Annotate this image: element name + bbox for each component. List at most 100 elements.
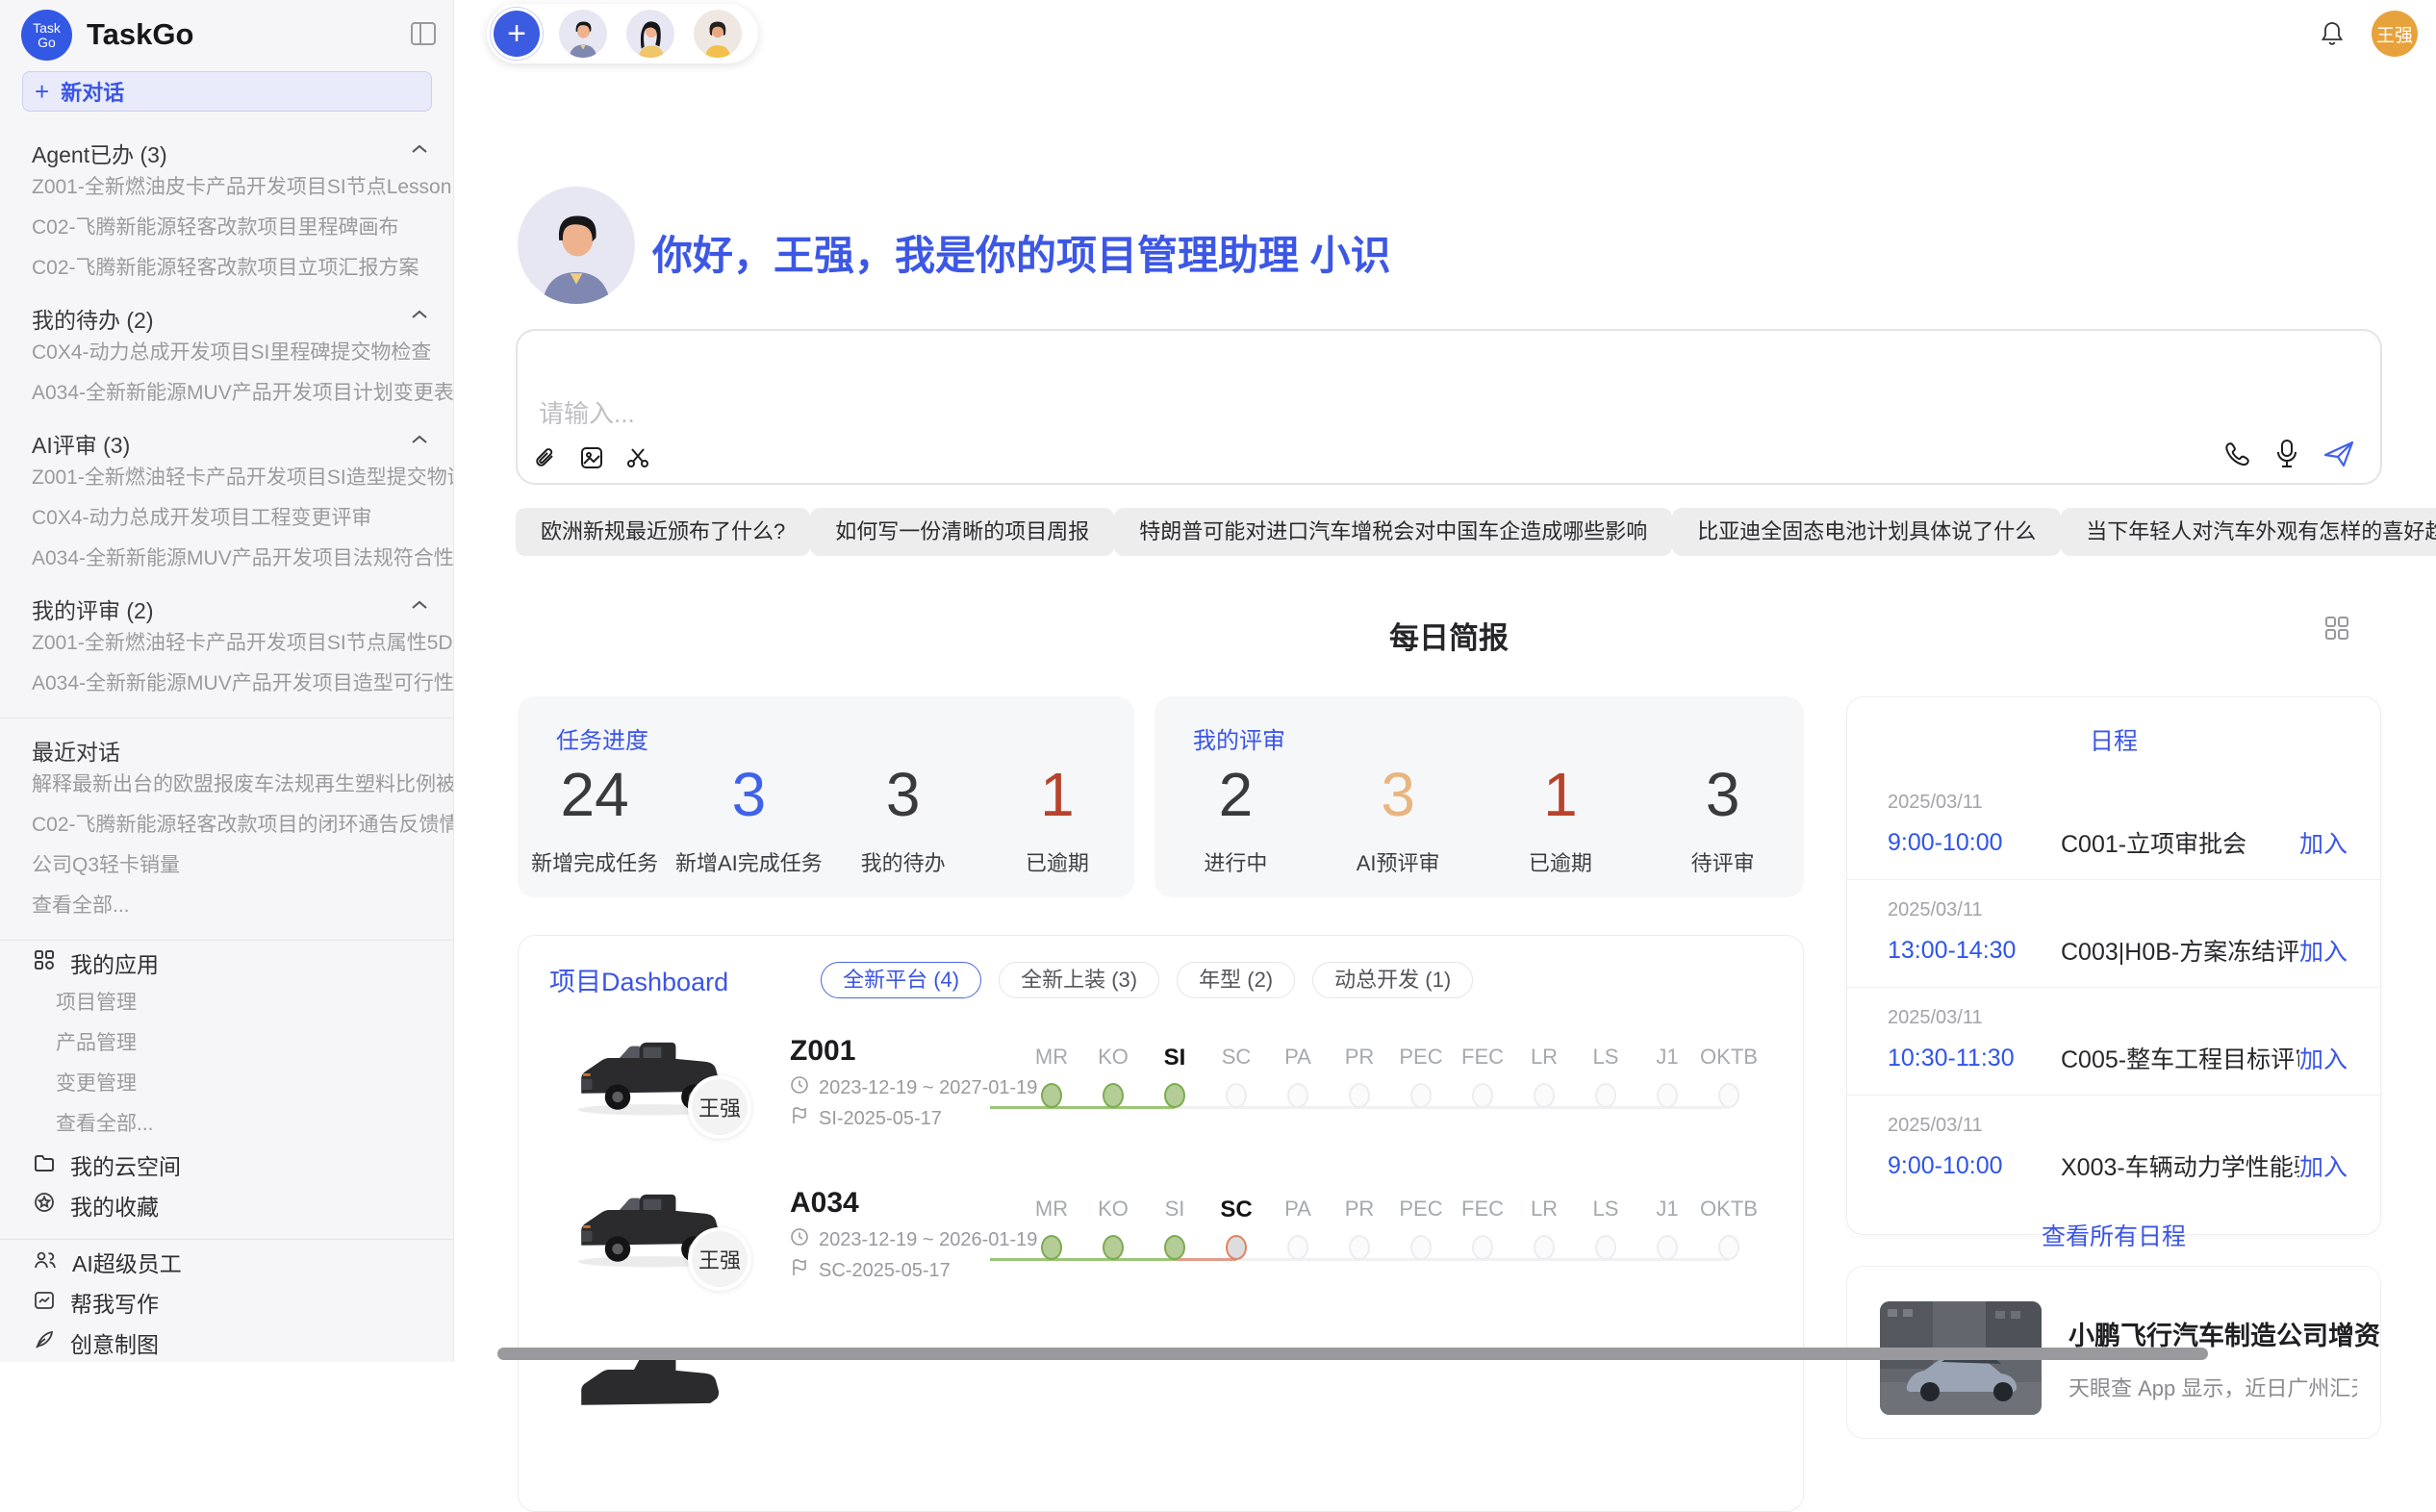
user-avatar[interactable]: 王强 — [2372, 11, 2418, 57]
horizontal-scrollbar[interactable] — [497, 1348, 2208, 1360]
app-item[interactable]: 产品管理 — [0, 1023, 453, 1064]
sidebar-item[interactable]: Z001-全新燃油皮卡产品开发项目SI节点Lesson Learn报告 — [0, 167, 453, 208]
sidebar-item-my-apps[interactable]: 我的应用 — [0, 943, 453, 983]
voice-call-icon[interactable] — [2222, 440, 2251, 468]
project-row[interactable]: 王强 Z001 2023-12-19 ~ 2027-01-19 SI-2025-… — [519, 1025, 1803, 1177]
join-link[interactable]: 加入 — [2299, 1041, 2347, 1075]
schedule-item: 2025/03/11 13:00-14:30 C003|H0B-方案冻结评审 加… — [1847, 880, 2380, 988]
stat-label: AI预评审 — [1317, 846, 1480, 877]
chevron-up-icon[interactable] — [411, 308, 428, 325]
app-item[interactable]: 查看全部... — [0, 1104, 453, 1145]
plus-icon: + — [35, 79, 49, 104]
milestone-label: PEC — [1399, 1197, 1442, 1223]
recent-chat-item[interactable]: 解释最新出台的欧盟报废车法规再生塑料比例被调至15%... — [0, 765, 453, 805]
agent-avatar-1-icon[interactable] — [559, 10, 607, 58]
recent-chat-item[interactable]: 查看全部... — [0, 886, 453, 926]
milestone-step: MR — [1021, 1197, 1082, 1260]
notification-bell-icon[interactable] — [2320, 20, 2345, 47]
dashboard-tab[interactable]: 全新上装 (3) — [999, 962, 1159, 998]
sidebar-section-header[interactable]: Agent已办 (3) — [0, 123, 453, 167]
milestone-dot — [1410, 1235, 1432, 1260]
assistant-avatar-icon — [518, 187, 635, 304]
project-owner-badge: 王强 — [688, 1227, 751, 1291]
chevron-up-icon[interactable] — [411, 433, 428, 450]
insert-image-icon[interactable] — [579, 445, 604, 470]
project-dashboard-card: 项目Dashboard 全新平台 (4)全新上装 (3)年型 (2)动总开发 (… — [518, 935, 1804, 1512]
sidebar-item[interactable]: Z001-全新燃油轻卡产品开发项目SI造型提交物评审 — [0, 458, 453, 498]
app-item[interactable]: 变更管理 — [0, 1064, 453, 1104]
recent-chat-item[interactable]: 公司Q3轻卡销量 — [0, 845, 453, 886]
suggestion-chip[interactable]: 比亚迪全固态电池计划具体说了什么 — [1672, 508, 2061, 556]
dashboard-tab[interactable]: 动总开发 (1) — [1312, 962, 1473, 998]
collapse-sidebar-icon[interactable] — [410, 21, 437, 46]
stat-label: 我的待办 — [826, 846, 980, 877]
suggestion-chip[interactable]: 当下年轻人对汽车外观有怎样的喜好趋势 — [2061, 508, 2436, 556]
pen-icon — [34, 1329, 55, 1356]
sidebar-item[interactable]: C02-飞腾新能源轻客改款项目里程碑画布 — [0, 208, 453, 248]
milestone-label: MR — [1035, 1197, 1068, 1223]
agent-avatar-2-icon[interactable] — [626, 10, 674, 58]
sidebar-section-header[interactable]: 我的待办 (2) — [0, 289, 453, 333]
sidebar-item[interactable]: C02-飞腾新能源轻客改款项目立项汇报方案 — [0, 248, 453, 289]
daily-brief-header: 每日简报 — [516, 614, 2382, 652]
suggestion-chip[interactable]: 特朗普可能对进口汽车增税会对中国车企造成哪些影响 — [1114, 508, 1672, 556]
sidebar-item-creative-draw[interactable]: 创意制图 — [0, 1323, 453, 1362]
milestone-label: PR — [1345, 1197, 1375, 1223]
sidebar-item[interactable]: C0X4-动力总成开发项目工程变更评审 — [0, 498, 453, 539]
schedule-item: 2025/03/11 9:00-10:00 C001-立项审批会 加入 — [1847, 772, 2380, 880]
milestone-label: SC — [1222, 1045, 1252, 1071]
sidebar-item-favorites[interactable]: 我的收藏 — [0, 1185, 453, 1225]
attach-file-icon[interactable] — [533, 444, 558, 471]
sidebar-item[interactable]: A034-全新新能源MUV产品开发项目法规符合性评审 — [0, 539, 453, 579]
new-chat-button[interactable]: + 新对话 — [22, 71, 432, 112]
microphone-icon[interactable] — [2274, 439, 2299, 469]
sidebar-section-header[interactable]: 我的评审 (2) — [0, 579, 453, 623]
milestone-dot — [1657, 1235, 1678, 1260]
sidebar-item[interactable]: Z001-全新燃油轻卡产品开发项目SI节点属性5D文件评审 — [0, 623, 453, 664]
suggestion-chip[interactable]: 如何写一份清晰的项目周报 — [810, 508, 1114, 556]
milestone-dot — [1534, 1235, 1555, 1260]
new-conversation-button[interactable]: + — [494, 11, 540, 57]
milestone-timeline: MR KO SI SC PA — [1021, 1197, 1760, 1260]
chevron-up-icon[interactable] — [411, 598, 428, 616]
sidebar-item-ai-employee[interactable]: AI超级员工 — [0, 1242, 453, 1282]
stat-item: 1 已逾期 — [1480, 760, 1642, 877]
dashboard-tab[interactable]: 年型 (2) — [1177, 962, 1295, 998]
recent-chat-item[interactable]: C02-飞腾新能源轻客改款项目的闭环通告反馈情况 — [0, 805, 453, 845]
dashboard-tab[interactable]: 全新平台 (4) — [821, 962, 981, 998]
agent-avatar-3-icon[interactable] — [694, 10, 742, 58]
schedule-title: 日程 — [1847, 722, 2380, 757]
sidebar-item[interactable]: A034-全新新能源MUV产品开发项目计划变更表编写 — [0, 373, 453, 414]
taskgo-logo: Task Go — [21, 10, 72, 61]
layout-grid-icon[interactable] — [2324, 616, 2349, 641]
suggestion-chip[interactable]: 欧洲新规最近颁布了什么? — [516, 508, 810, 556]
milestone-dot — [1472, 1235, 1493, 1260]
section-title: Agent已办 (3) — [32, 142, 167, 167]
sidebar-section-header[interactable]: AI评审 (3) — [0, 414, 453, 458]
sidebar-item[interactable]: C0X4-动力总成开发项目SI里程碑提交物检查 — [0, 333, 453, 373]
join-link[interactable]: 加入 — [2299, 933, 2347, 968]
stat-label: 待评审 — [1641, 846, 1804, 877]
sidebar-item-help-write[interactable]: 帮我写作 — [0, 1282, 453, 1323]
milestone-label: KO — [1098, 1045, 1129, 1071]
milestone-dot — [1718, 1235, 1739, 1260]
screenshot-scissors-icon[interactable] — [625, 445, 650, 470]
my-apps-label: 我的应用 — [70, 946, 159, 979]
milestone-step: FEC — [1452, 1197, 1513, 1260]
join-link[interactable]: 加入 — [2299, 1148, 2347, 1183]
app-item[interactable]: 项目管理 — [0, 983, 453, 1023]
sidebar-item[interactable]: A034-全新新能源MUV产品开发项目造型可行性评审 — [0, 664, 453, 704]
app-title: TaskGo — [87, 17, 193, 52]
schedule-item: 2025/03/11 9:00-10:00 X003-车辆动力学性能验... 加… — [1847, 1096, 2380, 1202]
schedule-time: 9:00-10:00 — [1888, 829, 2061, 857]
project-row[interactable]: 王强 A034 2023-12-19 ~ 2026-01-19 SC-2025-… — [519, 1177, 1803, 1329]
milestone-step: PA — [1267, 1197, 1329, 1260]
chevron-up-icon[interactable] — [411, 142, 428, 160]
milestone-step: KO — [1082, 1045, 1144, 1108]
join-link[interactable]: 加入 — [2299, 825, 2347, 860]
send-icon[interactable] — [2322, 439, 2355, 469]
sidebar-item-cloud-space[interactable]: 我的云空间 — [0, 1145, 453, 1185]
milestone-label: PA — [1284, 1197, 1311, 1223]
view-all-schedule-link[interactable]: 查看所有日程 — [1847, 1218, 2380, 1252]
message-composer[interactable]: 请输入... — [516, 329, 2382, 485]
